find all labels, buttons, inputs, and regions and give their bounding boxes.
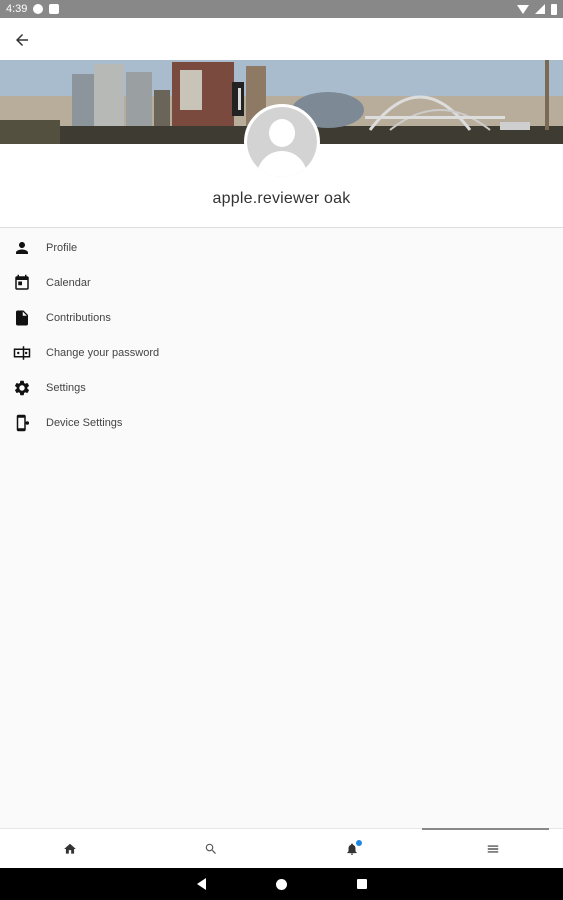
menu-item-label: Calendar [46, 276, 91, 289]
hamburger-icon [487, 845, 498, 852]
menu-item-label: Settings [46, 381, 86, 394]
menu-item-profile[interactable]: Profile [0, 230, 563, 265]
calendar-icon [12, 273, 32, 293]
back-button[interactable] [8, 26, 36, 54]
default-avatar-icon [247, 107, 317, 177]
password-icon [12, 343, 32, 363]
avatar[interactable] [244, 104, 320, 180]
user-name: apple.reviewer oak [212, 190, 351, 207]
gear-icon [12, 378, 32, 398]
signal-icon [535, 4, 545, 14]
system-back-icon[interactable] [196, 878, 206, 890]
tab-search[interactable] [141, 829, 282, 868]
arrow-back-icon [16, 34, 28, 46]
menu-item-device-settings[interactable]: Device Settings [0, 405, 563, 440]
person-icon [12, 238, 32, 258]
system-home-icon[interactable] [275, 878, 287, 890]
system-navigation-bar [0, 868, 563, 900]
menu-item-calendar[interactable]: Calendar [0, 265, 563, 300]
profile-header: apple.reviewer oak [0, 18, 563, 228]
menu-item-settings[interactable]: Settings [0, 370, 563, 405]
menu-item-label: Profile [46, 241, 78, 254]
home-icon [64, 843, 77, 854]
menu-item-contributions[interactable]: Contributions [0, 300, 563, 335]
document-icon [12, 308, 32, 328]
bottom-navigation [0, 828, 563, 868]
status-bar: 4:39 [0, 0, 563, 18]
wifi-icon [517, 4, 529, 14]
menu-item-label: Device Settings [46, 416, 123, 429]
search-icon [205, 843, 217, 854]
tab-home[interactable] [0, 829, 141, 868]
status-time: 4:39 [6, 3, 28, 15]
system-recents-icon[interactable] [356, 879, 367, 889]
notification-badge [355, 840, 362, 846]
notification-app-icon [33, 4, 44, 14]
notification-file-icon [49, 4, 60, 14]
battery-icon [551, 3, 557, 15]
menu-item-change-password[interactable]: Change your password [0, 335, 563, 370]
tab-notifications[interactable] [282, 829, 423, 868]
profile-menu: Profile Calendar Contributions Change yo… [0, 230, 563, 440]
tab-menu[interactable] [422, 828, 563, 868]
device-settings-icon [12, 413, 32, 433]
menu-item-label: Change your password [46, 346, 160, 359]
menu-item-label: Contributions [46, 311, 111, 324]
